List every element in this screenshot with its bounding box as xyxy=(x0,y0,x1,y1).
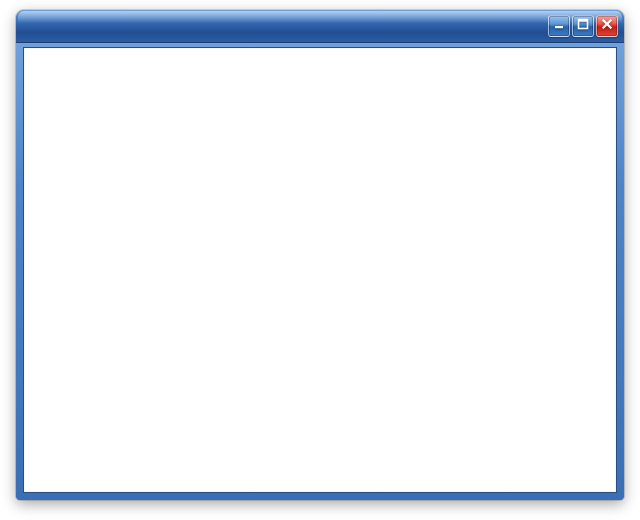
client-area xyxy=(23,47,617,493)
close-button[interactable] xyxy=(596,15,618,37)
titlebar[interactable] xyxy=(16,10,624,43)
minimize-button[interactable] xyxy=(548,15,570,37)
maximize-icon xyxy=(577,17,589,35)
caption-buttons xyxy=(548,15,618,37)
minimize-icon xyxy=(553,17,565,35)
application-window xyxy=(16,10,624,500)
window-frame xyxy=(16,43,624,500)
maximize-button[interactable] xyxy=(572,15,594,37)
close-icon xyxy=(601,17,613,35)
